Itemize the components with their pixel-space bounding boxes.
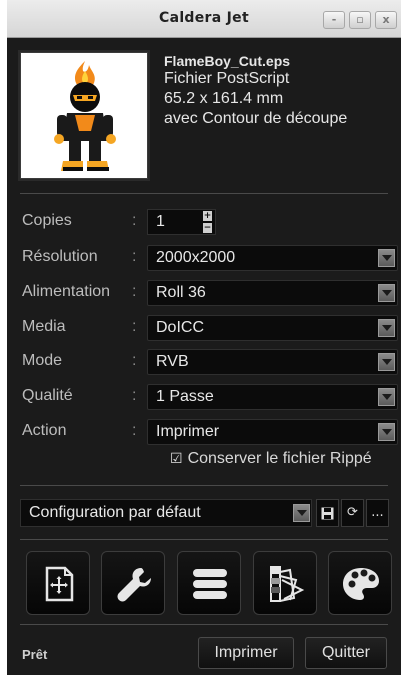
quality-value: 1 Passe [156, 388, 214, 405]
chevron-down-icon[interactable] [378, 388, 395, 406]
palette-button[interactable] [328, 551, 392, 615]
close-button[interactable]: x [375, 11, 397, 29]
print-button[interactable]: Imprimer [198, 637, 294, 669]
copies-spinner[interactable]: + − [203, 211, 212, 233]
increment-icon[interactable]: + [203, 211, 212, 221]
feed-value: Roll 36 [156, 284, 206, 301]
chevron-down-icon[interactable] [378, 284, 395, 302]
more-config-button[interactable]: ... [366, 499, 389, 527]
configuration-select[interactable]: Configuration par défaut [20, 499, 312, 527]
quality-label: Qualité [22, 387, 73, 404]
divider [20, 485, 388, 486]
copies-stepper[interactable]: 1 + − [147, 209, 216, 235]
colon: : [132, 248, 137, 265]
file-thumbnail [18, 50, 150, 181]
status-text: Prêt [22, 647, 48, 662]
colon: : [132, 352, 137, 369]
palette-icon [343, 568, 379, 600]
mode-label: Mode [22, 352, 63, 369]
app-window: Caldera Jet - ▫ x FlameBoy_Cut.eps Fichi… [7, 0, 401, 675]
copies-row: Copies : 1 + − [20, 209, 390, 235]
resolution-row: Résolution : 2000x2000 [20, 245, 398, 271]
mode-row: Mode : RVB [20, 349, 398, 375]
file-size: 65.2 x 161.4 mm [164, 90, 284, 107]
chevron-down-icon[interactable] [378, 249, 395, 267]
configuration-value: Configuration par défaut [29, 504, 201, 521]
keep-ripped-label: Conserver le fichier Rippé [187, 450, 372, 467]
more-label: ... [371, 505, 384, 520]
resolution-label: Résolution [22, 248, 98, 265]
feed-label: Alimentation [22, 283, 111, 300]
mode-value: RVB [156, 353, 189, 370]
file-name: FlameBoy_Cut.eps [164, 53, 291, 69]
file-type: Fichier PostScript [164, 70, 290, 87]
queue-list-icon [193, 569, 227, 599]
media-select[interactable]: DoICC [147, 315, 398, 341]
colon: : [132, 283, 137, 300]
color-swatch-button[interactable] [253, 551, 317, 615]
wrench-icon [117, 568, 151, 602]
chevron-down-icon[interactable] [293, 504, 310, 522]
checkbox-checked-icon[interactable]: ☑ [170, 450, 183, 466]
chevron-down-icon[interactable] [378, 353, 395, 371]
quality-row: Qualité : 1 Passe [20, 384, 398, 410]
file-contour: avec Contour de découpe [164, 110, 348, 127]
chevron-down-icon[interactable] [378, 319, 395, 337]
minimize-button[interactable]: - [323, 11, 345, 29]
refresh-config-button[interactable]: ⟳ [341, 499, 364, 527]
add-page-icon [45, 566, 74, 602]
color-swatch-icon [270, 566, 305, 602]
divider [20, 624, 388, 625]
action-value: Imprimer [156, 423, 220, 440]
add-page-button[interactable] [26, 551, 90, 615]
divider [20, 193, 388, 194]
flameboy-image [54, 61, 116, 171]
copies-label: Copies [22, 212, 72, 229]
divider [20, 539, 388, 540]
media-label: Media [22, 318, 66, 335]
action-label: Action [22, 422, 67, 439]
settings-button[interactable] [101, 551, 165, 615]
quit-button[interactable]: Quitter [305, 637, 387, 669]
refresh-icon: ⟳ [347, 505, 358, 520]
save-config-button[interactable] [316, 499, 339, 527]
resolution-value: 2000x2000 [156, 249, 236, 266]
title-bar[interactable]: Caldera Jet - ▫ x [7, 0, 401, 38]
mode-select[interactable]: RVB [147, 349, 398, 375]
maximize-button[interactable]: ▫ [349, 11, 371, 29]
main-panel: FlameBoy_Cut.eps Fichier PostScript 65.2… [7, 39, 401, 675]
colon: : [132, 422, 137, 439]
feed-row: Alimentation : Roll 36 [20, 280, 398, 306]
queue-button[interactable] [177, 551, 241, 615]
colon: : [132, 387, 137, 404]
media-row: Media : DoICC [20, 315, 398, 341]
save-icon [321, 507, 334, 520]
action-row: Action : Imprimer [20, 419, 398, 445]
copies-value[interactable]: 1 [156, 213, 165, 231]
keep-ripped-checkbox[interactable]: ☑ Conserver le fichier Rippé [170, 450, 372, 468]
action-select[interactable]: Imprimer [147, 419, 398, 445]
colon: : [132, 318, 137, 335]
colon: : [132, 212, 137, 229]
file-info: FlameBoy_Cut.eps Fichier PostScript 65.2… [164, 53, 347, 129]
chevron-down-icon[interactable] [378, 423, 395, 441]
decrement-icon[interactable]: − [203, 223, 212, 233]
resolution-select[interactable]: 2000x2000 [147, 245, 398, 271]
media-value: DoICC [156, 319, 205, 336]
feed-select[interactable]: Roll 36 [147, 280, 398, 306]
quality-select[interactable]: 1 Passe [147, 384, 398, 410]
